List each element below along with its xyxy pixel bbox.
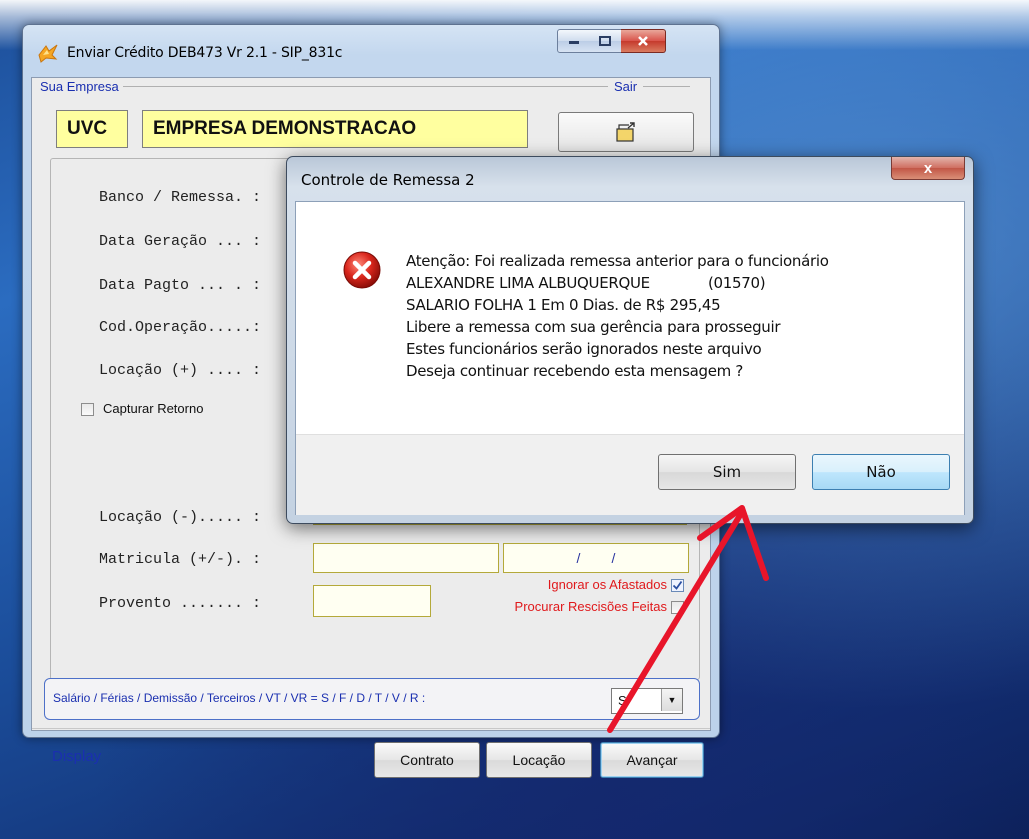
controle-remessa-dialog: Controle de Remessa 2 x Atenção: Foi rea…: [286, 156, 974, 524]
exit-door-icon: [616, 122, 635, 142]
capturar-retorno-label: Capturar Retorno: [103, 401, 204, 416]
locacao-minus-label: Locação (-)..... :: [99, 509, 262, 526]
banco-remessa-label: Banco / Remessa. :: [99, 189, 262, 206]
error-icon: [343, 251, 381, 289]
display-label: Display: [52, 748, 102, 765]
ignorar-afastados-label: Ignorar os Afastados: [547, 577, 667, 592]
matricula-from-input[interactable]: [313, 543, 499, 573]
close-icon: x: [923, 159, 933, 177]
procurar-rescisoes-label: Procurar Rescisões Feitas: [514, 599, 667, 614]
dialog-title: Controle de Remessa 2: [301, 171, 475, 189]
checkmark-icon: [672, 580, 683, 590]
sim-button[interactable]: Sim: [658, 454, 796, 490]
payment-type-bar: Salário / Férias / Demissão / Terceiros …: [44, 678, 700, 720]
locacao-plus-label: Locação (+) .... :: [99, 362, 262, 379]
message-line: Atenção: Foi realizada remessa anterior …: [406, 252, 829, 270]
message-line: SALARIO FOLHA 1 Em 0 Dias. de R$ 295,45: [406, 296, 721, 314]
data-pagto-label: Data Pagto ... . :: [99, 277, 262, 294]
message-line: ALEXANDRE LIMA ALBUQUERQUE (01570): [406, 274, 766, 292]
close-icon: [638, 36, 648, 46]
maximize-icon: [599, 36, 611, 46]
ignorar-afastados-checkbox[interactable]: [671, 579, 684, 592]
message-line: Estes funcionários serão ignorados neste…: [406, 340, 762, 358]
payment-type-value: S: [618, 693, 627, 708]
group-divider: [40, 86, 690, 87]
avancar-button[interactable]: Avançar: [600, 742, 704, 778]
minimize-button[interactable]: [557, 29, 591, 53]
footer-divider: [32, 728, 710, 729]
provento-label: Provento ....... :: [99, 595, 262, 612]
dropdown-arrow-icon[interactable]: ▼: [661, 689, 682, 711]
matricula-date-input[interactable]: / /: [503, 543, 689, 573]
payment-type-select[interactable]: S ▼: [611, 688, 683, 714]
capturar-retorno-checkbox[interactable]: [81, 403, 94, 416]
window-close-button[interactable]: [621, 29, 666, 53]
minimize-icon: [569, 41, 579, 44]
company-group-label: Sua Empresa: [40, 79, 123, 94]
matricula-label: Matricula (+/-). :: [99, 551, 262, 568]
maximize-button[interactable]: [589, 29, 622, 53]
company-name-field: EMPRESA DEMONSTRACAO: [142, 110, 528, 148]
contrato-button[interactable]: Contrato: [374, 742, 480, 778]
exit-button[interactable]: [558, 112, 694, 152]
message-line: Deseja continuar recebendo esta mensagem…: [406, 362, 744, 380]
window-title: Enviar Crédito DEB473 Vr 2.1 - SIP_831c: [67, 45, 343, 61]
company-code-field: UVC: [56, 110, 128, 148]
cod-operacao-label: Cod.Operação.....:: [99, 319, 262, 336]
dialog-body: Atenção: Foi realizada remessa anterior …: [295, 201, 965, 515]
procurar-rescisoes-checkbox[interactable]: [671, 601, 684, 614]
message-line: Libere a remessa com sua gerência para p…: [406, 318, 781, 336]
nao-button[interactable]: Não: [812, 454, 950, 490]
dialog-close-button[interactable]: x: [891, 157, 965, 180]
dialog-message: Atenção: Foi realizada remessa anterior …: [406, 250, 829, 382]
locacao-button[interactable]: Locação: [486, 742, 592, 778]
data-geracao-label: Data Geração ... :: [99, 233, 262, 250]
app-icon: [38, 44, 58, 63]
payment-type-label: Salário / Férias / Demissão / Terceiros …: [53, 691, 426, 705]
exit-label: Sair: [608, 79, 644, 94]
provento-input[interactable]: [313, 585, 431, 617]
